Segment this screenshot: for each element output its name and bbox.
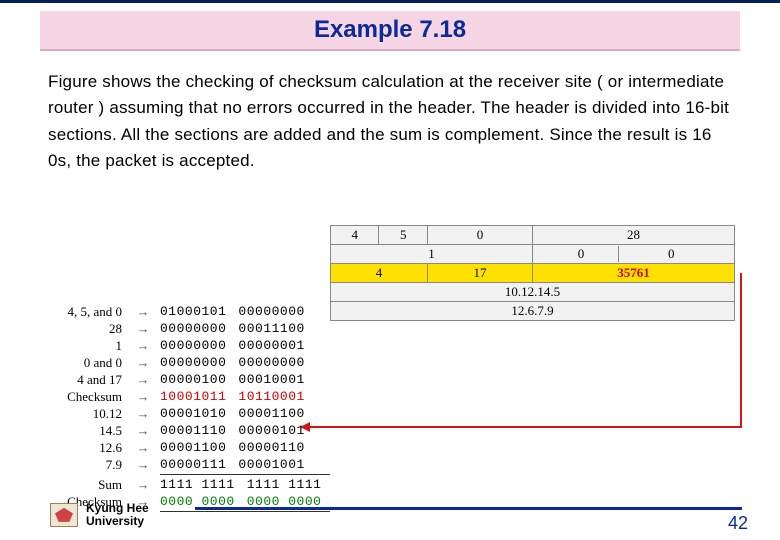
divider — [160, 511, 330, 512]
arrow-icon: → — [126, 423, 160, 439]
lbl-2: 28 — [44, 321, 126, 337]
cell-flags: 0 — [544, 246, 620, 262]
arrow-connector-v — [740, 273, 742, 428]
cell-tos: 0 — [427, 226, 532, 245]
arrow-icon: → — [126, 355, 160, 371]
cell-hlen: 5 — [379, 226, 427, 245]
page-number: 42 — [728, 513, 748, 534]
university-name-2: University — [86, 515, 149, 528]
arrow-icon: → — [126, 406, 160, 422]
cell-proto: 17 — [427, 264, 532, 283]
cell-ver: 4 — [331, 226, 379, 245]
arrow-icon: → — [126, 372, 160, 388]
divider — [160, 474, 330, 475]
cell-ttl: 4 — [331, 264, 428, 283]
cell-checksum: 35761 — [532, 264, 734, 283]
body-paragraph: Figure shows the checking of checksum ca… — [48, 69, 732, 174]
arrow-icon: → — [126, 389, 160, 405]
lbl-5: 4 and 17 — [44, 372, 126, 388]
cell-dst-ip: 12.6.7.9 — [331, 302, 735, 321]
arrow-icon: → — [126, 440, 160, 456]
lbl-9: 12.6 — [44, 440, 126, 456]
arrow-icon: → — [126, 477, 160, 493]
calculation-block: 4, 5, and 0→0100010100000000 28→00000000… — [44, 303, 330, 513]
arrow-icon: → — [126, 321, 160, 337]
arrow-icon: → — [126, 304, 160, 320]
lbl-6: Checksum — [44, 389, 126, 405]
arrow-icon: → — [126, 457, 160, 473]
arrow-connector-h — [308, 426, 742, 428]
lbl-7: 10.12 — [44, 406, 126, 422]
lbl-3: 1 — [44, 338, 126, 354]
title-band: Example 7.18 — [40, 11, 740, 51]
lbl-10: 7.9 — [44, 457, 126, 473]
university-logo-icon — [50, 503, 78, 527]
ip-header-table: 4 5 0 28 1 00 4 17 35761 10.12.14.5 12.6… — [330, 225, 735, 321]
lbl-8: 14.5 — [44, 423, 126, 439]
cell-id: 1 — [331, 245, 533, 264]
lbl-sum: Sum — [44, 477, 126, 493]
cell-len: 28 — [532, 226, 734, 245]
footer: Kyung Hee University — [50, 502, 149, 528]
arrow-icon: → — [126, 338, 160, 354]
lbl-4: 0 and 0 — [44, 355, 126, 371]
lbl-1: 4, 5, and 0 — [44, 304, 126, 320]
cell-frag: 0 — [619, 246, 723, 262]
university-name-1: Kyung Hee — [86, 502, 149, 515]
slide-title: Example 7.18 — [40, 16, 740, 44]
footer-rule — [195, 507, 742, 510]
cell-src-ip: 10.12.14.5 — [331, 283, 735, 302]
